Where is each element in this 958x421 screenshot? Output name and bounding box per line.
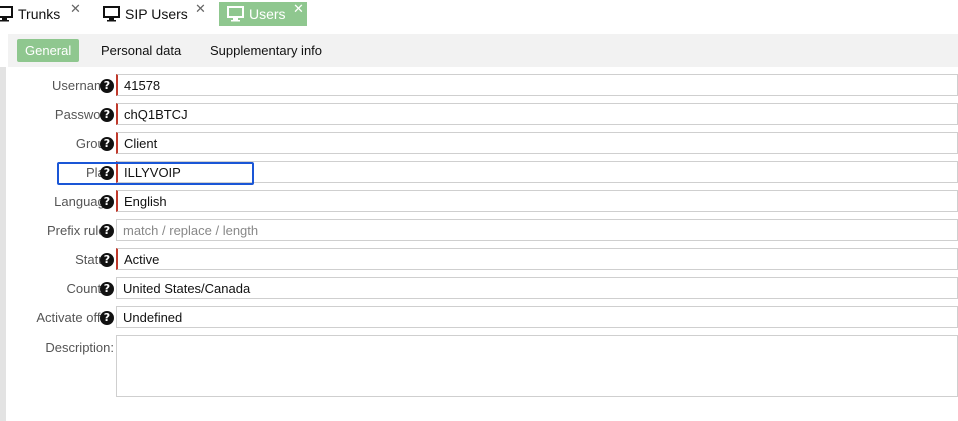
help-icon[interactable]: ?	[100, 79, 114, 93]
tab-label: Users	[249, 6, 286, 22]
close-icon[interactable]: ✕	[70, 1, 81, 17]
tab-users[interactable]: Users ✕	[219, 1, 307, 26]
help-icon[interactable]: ?	[100, 137, 114, 151]
help-icon[interactable]: ?	[100, 224, 114, 238]
help-icon[interactable]: ?	[100, 282, 114, 296]
monitor-icon	[227, 6, 244, 22]
language-row: Language ? English	[8, 190, 958, 214]
password-field[interactable]: chQ1BTCJ	[116, 103, 958, 125]
group-row: Group ? Client	[8, 132, 958, 156]
description-textarea[interactable]	[116, 335, 958, 397]
password-row: Password ? chQ1BTCJ	[8, 103, 958, 127]
help-icon[interactable]: ?	[100, 108, 114, 122]
status-select[interactable]: Active	[116, 248, 958, 270]
country-select[interactable]: United States/Canada	[116, 277, 958, 299]
help-icon[interactable]: ?	[100, 195, 114, 209]
plan-row: Plan ? ILLYVOIP	[8, 161, 958, 185]
tab-label: Trunks	[18, 6, 61, 22]
description-label: Description:	[45, 340, 114, 355]
tab-bar: Trunks ✕ SIP Users ✕ Users ✕	[0, 0, 958, 29]
panel-left-border	[0, 67, 6, 421]
help-icon[interactable]: ?	[100, 311, 114, 325]
activate-offer-row: Activate offer ? Undefined	[8, 306, 958, 330]
tab-label: SIP Users	[125, 6, 188, 22]
tab-sip-users[interactable]: SIP Users ✕	[103, 1, 206, 26]
status-row: Status ? Active	[8, 248, 958, 272]
help-icon[interactable]: ?	[100, 166, 114, 180]
country-row: Country ? United States/Canada	[8, 277, 958, 301]
help-icon[interactable]: ?	[100, 253, 114, 267]
subtab-bar: General Personal data Supplementary info	[8, 34, 958, 67]
close-icon[interactable]: ✕	[293, 1, 304, 17]
prefix-rules-field[interactable]: match / replace / length	[116, 219, 958, 241]
activate-offer-select[interactable]: Undefined	[116, 306, 958, 328]
prefix-rules-row: Prefix rules ? match / replace / length	[8, 219, 958, 243]
subtab-general[interactable]: General	[17, 39, 80, 62]
tab-trunks[interactable]: Trunks ✕	[0, 1, 81, 26]
language-select[interactable]: English	[116, 190, 958, 212]
close-icon[interactable]: ✕	[195, 1, 206, 17]
subtab-personal-data[interactable]: Personal data	[101, 39, 181, 62]
username-field[interactable]: 41578	[116, 74, 958, 96]
plan-select[interactable]: ILLYVOIP	[116, 161, 958, 183]
username-row: Username ? 41578	[8, 74, 958, 98]
group-select[interactable]: Client	[116, 132, 958, 154]
subtab-supplementary-info[interactable]: Supplementary info	[210, 39, 322, 62]
monitor-icon	[103, 6, 120, 22]
monitor-icon	[0, 6, 13, 22]
